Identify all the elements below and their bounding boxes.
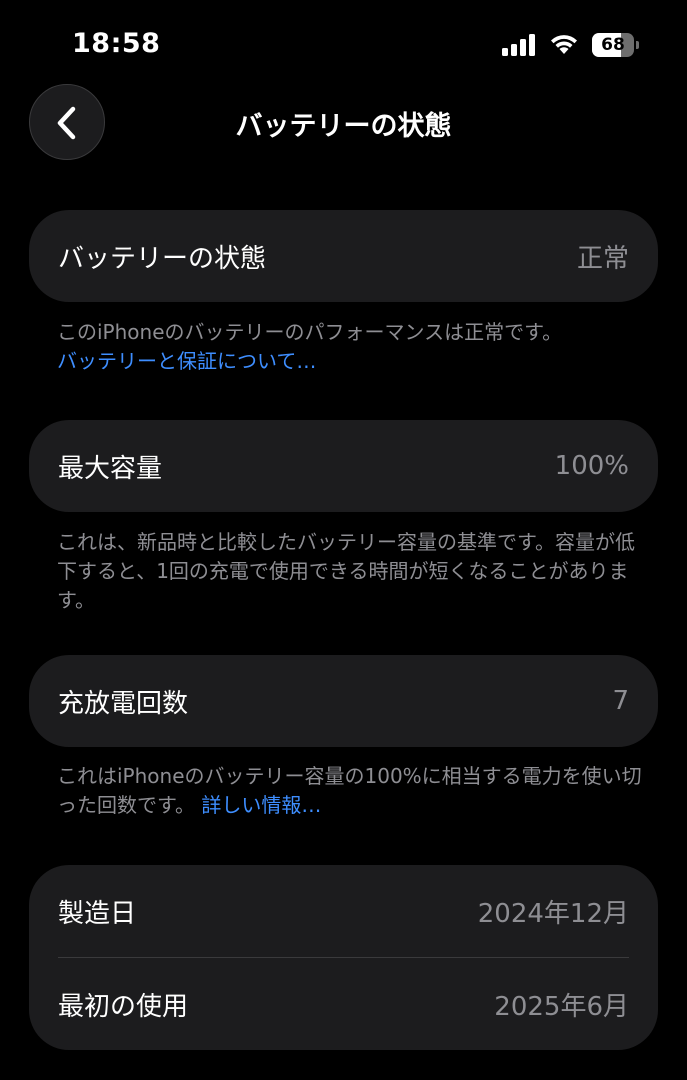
battery-health-label: バッテリーの状態 [58, 243, 267, 274]
status-bar: 18:58 68 [0, 0, 687, 90]
cycle-count-note: これはiPhoneのバッテリー容量の100%に相当する電力を使い切った回数です。… [57, 762, 647, 820]
cycle-count-label: 充放電回数 [58, 688, 189, 719]
manufacture-date-value: 2024年12月 [477, 898, 629, 929]
dates-card: 製造日 2024年12月 最初の使用 2025年6月 [29, 865, 658, 1050]
battery-health-value: 正常 [576, 243, 629, 274]
page-title: バッテリーの状態 [235, 111, 452, 142]
max-capacity-value: 100% [554, 451, 629, 481]
battery-health-note: このiPhoneのバッテリーのパフォーマンスは正常です。 バッテリーと保証につい… [57, 318, 647, 376]
battery-health-card: バッテリーの状態 正常 [29, 210, 658, 302]
more-info-link[interactable]: 詳しい情報… [201, 793, 321, 817]
cellular-signal-icon [502, 34, 535, 56]
battery-icon: 68 [592, 33, 640, 57]
manufacture-date-label: 製造日 [58, 898, 137, 929]
battery-warranty-link[interactable]: バッテリーと保証について… [57, 349, 316, 373]
first-use-row: 最初の使用 2025年6月 [29, 958, 658, 1050]
first-use-label: 最初の使用 [58, 991, 189, 1022]
first-use-value: 2025年6月 [494, 991, 629, 1022]
max-capacity-note: これは、新品時と比較したバッテリー容量の基準です。容量が低下すると、1回の充電で… [57, 530, 635, 612]
max-capacity-card: 最大容量 100% [29, 420, 658, 512]
battery-health-row: バッテリーの状態 正常 [29, 210, 658, 302]
cycle-count-card: 充放電回数 7 [29, 655, 658, 747]
status-time: 18:58 [72, 28, 161, 59]
battery-health-note-text: このiPhoneのバッテリーのパフォーマンスは正常です。 [57, 320, 563, 344]
battery-level: 68 [601, 35, 625, 55]
wifi-icon [551, 35, 577, 54]
cycle-count-row: 充放電回数 7 [29, 655, 658, 747]
max-capacity-label: 最大容量 [58, 453, 163, 484]
cycle-count-note-text: これはiPhoneのバッテリー容量の100%に相当する電力を使い切った回数です。 [57, 764, 642, 817]
manufacture-date-row: 製造日 2024年12月 [29, 865, 658, 957]
cycle-count-value: 7 [612, 686, 629, 716]
max-capacity-row: 最大容量 100% [29, 420, 658, 512]
